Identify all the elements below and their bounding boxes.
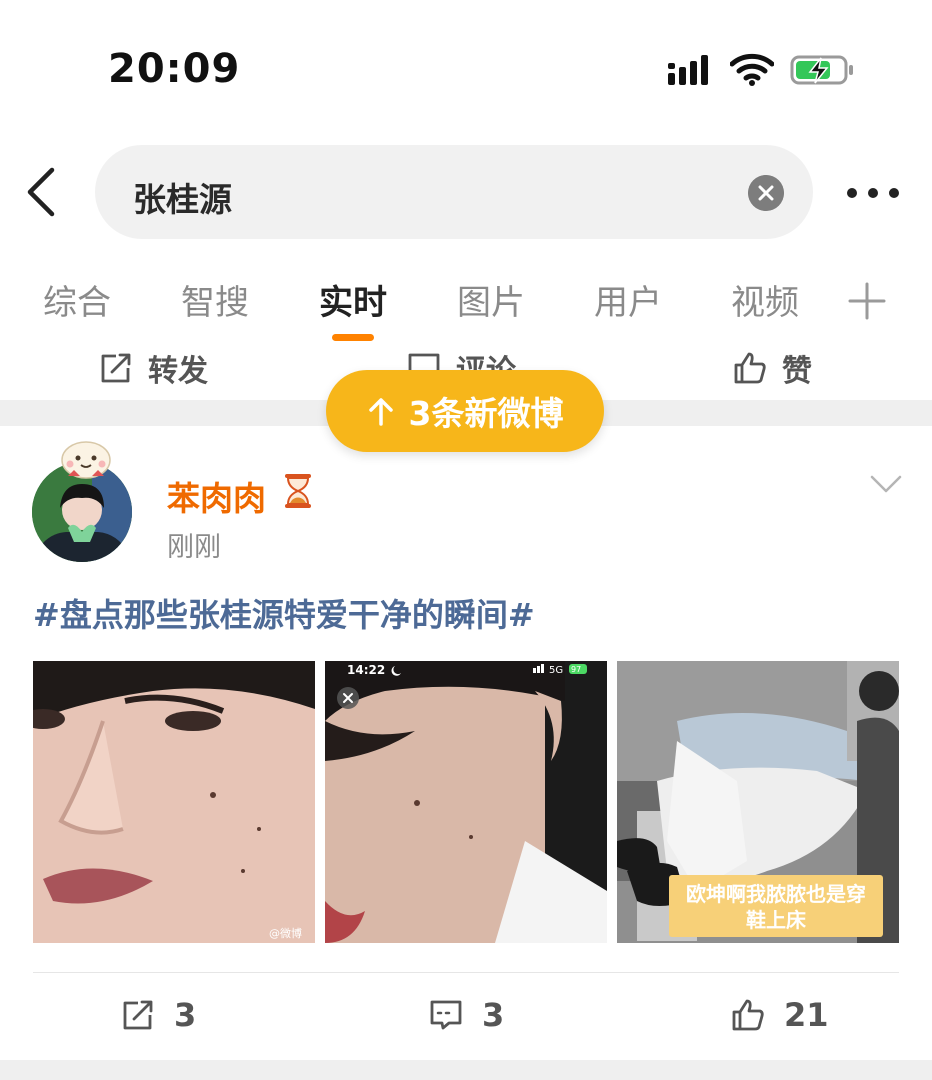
- previous-repost-button[interactable]: 转发: [98, 346, 208, 390]
- previous-like-label: 赞: [782, 354, 812, 389]
- new-posts-button[interactable]: 3条新微博: [326, 370, 604, 452]
- hourglass-badge-icon: [285, 474, 311, 508]
- photo-3-caption-line2: 鞋上床: [746, 908, 807, 932]
- post-photo-2[interactable]: 14:22 5G 97: [325, 661, 607, 943]
- previous-repost-label: 转发: [148, 354, 208, 389]
- add-tab-icon[interactable]: [848, 282, 886, 320]
- like-button[interactable]: 21: [730, 996, 829, 1034]
- wifi-icon: [730, 53, 774, 86]
- photo-2-overlay-network: 5G: [549, 665, 563, 676]
- clear-search-button[interactable]: [748, 175, 784, 211]
- tab-images[interactable]: 图片: [457, 275, 525, 324]
- comment-icon: [430, 1000, 462, 1030]
- post-photo-3[interactable]: 欧坤啊我脓脓也是穿 鞋上床: [617, 661, 899, 943]
- search-tabs: 综合 智搜 实时 图片 用户 视频: [0, 275, 932, 345]
- repost-count: 3: [174, 996, 197, 1034]
- chevron-down-icon[interactable]: [870, 474, 902, 494]
- repost-icon: [123, 1000, 153, 1030]
- photo-3-caption-line1: 欧坤啊我脓脓也是穿: [686, 882, 866, 906]
- cellular-signal-icon: [668, 55, 708, 85]
- comment-count: 3: [482, 996, 505, 1034]
- repost-button[interactable]: 3: [120, 996, 196, 1034]
- avatar-pendant-icon: [61, 441, 111, 479]
- author-avatar[interactable]: [28, 440, 140, 566]
- comment-button[interactable]: 3: [428, 996, 504, 1034]
- status-time: 20:09: [108, 46, 241, 92]
- repost-icon: [101, 353, 131, 383]
- search-input[interactable]: 张桂源: [95, 145, 813, 239]
- active-tab-indicator: [332, 334, 374, 341]
- photo-2-overlay-time: 14:22: [347, 663, 385, 677]
- tab-realtime[interactable]: 实时: [319, 275, 387, 324]
- author-name[interactable]: 苯肉肉: [167, 472, 266, 520]
- post-photo-1[interactable]: @微博: [33, 661, 315, 943]
- post-timestamp: 刚刚: [167, 532, 221, 563]
- post-topic-text[interactable]: #盘点那些张桂源特爱干净的瞬间#: [33, 590, 535, 636]
- tab-smart-search[interactable]: 智搜: [181, 275, 249, 324]
- like-count: 21: [784, 996, 829, 1034]
- previous-like-button[interactable]: 赞: [732, 346, 812, 390]
- photo-2-overlay-battery: 97: [571, 665, 581, 674]
- tab-comprehensive[interactable]: 综合: [43, 275, 111, 324]
- search-query-text: 张桂源: [133, 180, 232, 219]
- more-options-button[interactable]: [846, 183, 900, 203]
- tab-videos[interactable]: 视频: [731, 275, 799, 324]
- arrow-up-icon: [368, 398, 393, 426]
- thumbs-up-icon: [734, 352, 766, 384]
- feed-separator-bottom: [0, 1060, 932, 1080]
- new-posts-label: 3条新微博: [408, 394, 564, 433]
- thumbs-up-icon: [732, 999, 764, 1031]
- post-divider: [33, 972, 899, 973]
- tab-users[interactable]: 用户: [594, 275, 662, 324]
- photo-1-watermark: @微博: [269, 926, 302, 940]
- back-button[interactable]: [22, 166, 62, 218]
- battery-charging-icon: [790, 55, 853, 85]
